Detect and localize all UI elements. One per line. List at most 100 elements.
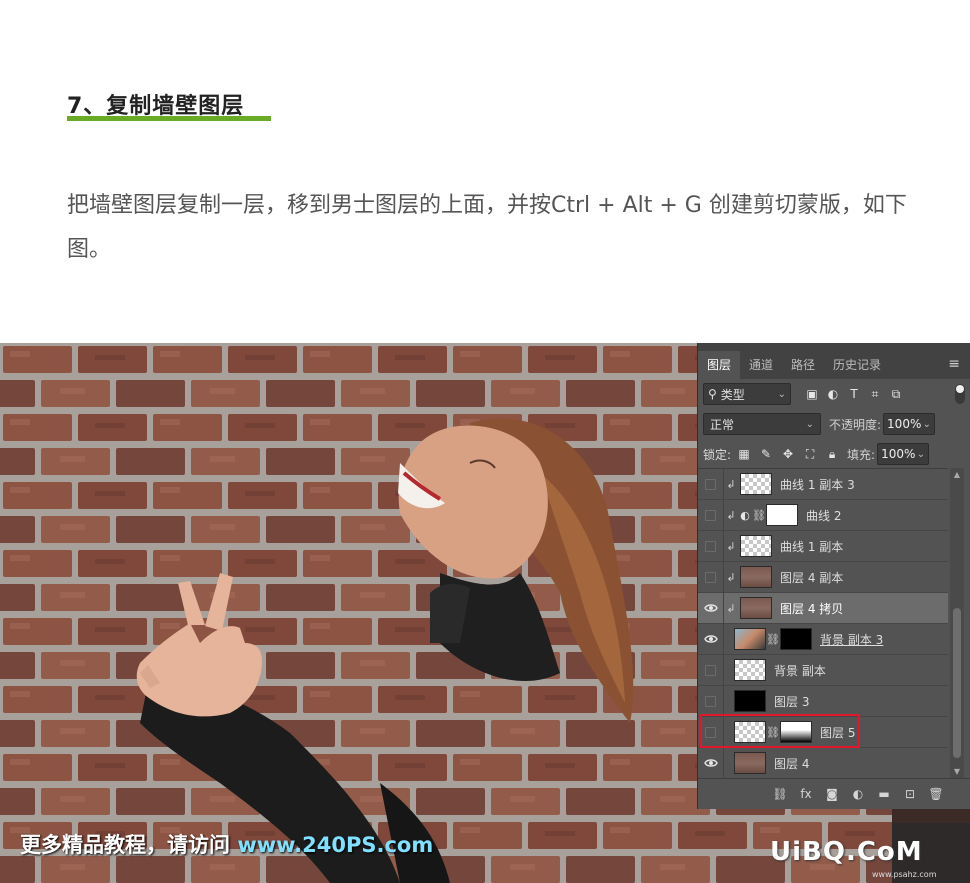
layer-row[interactable]: ↲ 曲线 1 副本 bbox=[698, 530, 948, 562]
step-title-underline bbox=[67, 116, 271, 121]
layer-mask-thumbnail[interactable] bbox=[780, 628, 812, 650]
layer-row[interactable]: 图层 3 bbox=[698, 685, 948, 717]
type-filter-icon[interactable]: T bbox=[847, 387, 861, 401]
layer-name: 图层 3 bbox=[774, 694, 810, 709]
lock-label: 锁定: bbox=[703, 447, 732, 462]
tab-layers[interactable]: 图层 bbox=[698, 351, 741, 379]
panel-tabs: 图层 通道 路径 历史记录 ≡ bbox=[698, 343, 970, 379]
pixel-filter-icon[interactable]: ▣ bbox=[805, 387, 819, 401]
search-icon: ⚲ bbox=[708, 387, 717, 401]
lock-brush-icon[interactable]: ✎ bbox=[759, 447, 773, 461]
clipping-mask-icon: ↲ bbox=[726, 539, 736, 553]
visibility-off-box[interactable] bbox=[698, 685, 724, 717]
filter-toggle[interactable] bbox=[955, 384, 965, 404]
visibility-off-box[interactable] bbox=[698, 499, 724, 531]
scroll-down-icon[interactable]: ▼ bbox=[952, 767, 962, 776]
lock-transparency-icon[interactable]: ▦ bbox=[737, 447, 751, 461]
filter-row: ⚲ 类型 ⌄ ▣ ◐ T ⌗ ⧉ bbox=[698, 379, 970, 409]
opacity-field[interactable]: 100% ⌄ bbox=[883, 413, 936, 435]
opacity-value: 100% bbox=[887, 417, 922, 431]
lock-icons: ▦ ✎ ✥ ⛶ 🔒︎ bbox=[737, 447, 839, 462]
layer-thumbnail[interactable] bbox=[740, 473, 772, 495]
panel-footer: ⛓ fx ◙ ◐ ▬ ⊡ 🗑︎ bbox=[698, 778, 970, 809]
lock-move-icon[interactable]: ✥ bbox=[781, 447, 795, 461]
lock-row: 锁定: ▦ ✎ ✥ ⛶ 🔒︎ 填充: 100% ⌄ bbox=[698, 439, 970, 469]
layer-thumbnail[interactable] bbox=[734, 690, 766, 712]
layer-thumbnail[interactable] bbox=[740, 566, 772, 588]
delete-layer-icon[interactable]: 🗑︎ bbox=[928, 787, 943, 801]
tutorial-screenshot: 更多精品教程，请访问 www.240PS.com UiBQ.CoM www.ps… bbox=[0, 343, 970, 883]
chevron-down-icon: ⌄ bbox=[922, 418, 932, 430]
add-mask-icon[interactable]: ◙ bbox=[825, 787, 839, 801]
layer-filter-select[interactable]: ⚲ 类型 ⌄ bbox=[703, 383, 791, 405]
layer-name: 曲线 1 副本 bbox=[780, 539, 844, 554]
layer-row[interactable]: 图层 4 bbox=[698, 747, 948, 778]
uibq-logo-subtext: www.psahz.com bbox=[872, 870, 937, 879]
layer-row[interactable]: ⛓ 背景 副本 3 bbox=[698, 623, 948, 655]
mask-link-icon[interactable]: ⛓ bbox=[752, 509, 766, 522]
layers-panel: 图层 通道 路径 历史记录 ≡ ⚲ 类型 ⌄ ▣ ◐ T ⌗ ⧉ 正常 ⌄ 不透… bbox=[697, 343, 970, 809]
fill-field[interactable]: 100% ⌄ bbox=[877, 443, 930, 465]
adjustment-icon: ◐ bbox=[740, 508, 750, 522]
layer-thumbnail[interactable] bbox=[740, 597, 772, 619]
adjustment-layer-icon[interactable]: ◐ bbox=[851, 787, 865, 801]
layer-row[interactable]: ↲ 图层 4 副本 bbox=[698, 561, 948, 593]
mask-link-icon[interactable]: ⛓ bbox=[766, 633, 780, 646]
visibility-off-box[interactable] bbox=[698, 561, 724, 593]
scroll-up-icon[interactable]: ▲ bbox=[952, 470, 962, 479]
fx-icon[interactable]: fx bbox=[799, 787, 813, 801]
filter-icons: ▣ ◐ T ⌗ ⧉ bbox=[805, 387, 903, 402]
layer-name: 图层 4 拷贝 bbox=[780, 601, 844, 616]
layer-row[interactable]: ↲ 曲线 1 副本 3 bbox=[698, 469, 948, 500]
fill-value: 100% bbox=[881, 447, 916, 461]
layer-row[interactable]: ↲ ◐ ⛓ 曲线 2 bbox=[698, 499, 948, 531]
scrollbar-thumb[interactable] bbox=[953, 608, 961, 758]
blend-row: 正常 ⌄ 不透明度: 100% ⌄ bbox=[698, 409, 970, 439]
blend-mode-select[interactable]: 正常 ⌄ bbox=[703, 413, 821, 435]
eye-icon[interactable] bbox=[698, 747, 724, 778]
lock-all-icon[interactable]: 🔒︎ bbox=[825, 447, 839, 461]
layer-name: 图层 4 副本 bbox=[780, 570, 844, 585]
link-layers-icon[interactable]: ⛓ bbox=[772, 787, 787, 801]
tab-history[interactable]: 历史记录 bbox=[824, 351, 890, 379]
clipping-mask-icon: ↲ bbox=[726, 570, 736, 584]
clipping-mask-icon: ↲ bbox=[726, 477, 736, 491]
eye-icon[interactable] bbox=[698, 592, 724, 624]
layer-list-scrollbar[interactable]: ▲ ▼ bbox=[950, 468, 964, 778]
watermark-url[interactable]: www.240PS.com bbox=[237, 833, 433, 857]
clipping-mask-icon: ↲ bbox=[726, 601, 736, 615]
layer-name: 曲线 1 副本 3 bbox=[780, 477, 855, 492]
new-layer-icon[interactable]: ⊡ bbox=[903, 787, 917, 801]
layer-name: 背景 副本 bbox=[774, 663, 826, 678]
watermark-text: 更多精品教程，请访问 bbox=[20, 833, 230, 857]
visibility-off-box[interactable] bbox=[698, 654, 724, 686]
adjustment-filter-icon[interactable]: ◐ bbox=[826, 387, 840, 401]
opacity-label: 不透明度: bbox=[829, 417, 882, 432]
tab-channels[interactable]: 通道 bbox=[740, 351, 782, 379]
chevron-down-icon: ⌄ bbox=[916, 448, 926, 460]
layer-list: ↲ 曲线 1 副本 3 ↲ ◐ ⛓ 曲线 2 ↲ 曲线 1 副本 ↲ 图层 4 副本 ↲ 图层 4 拷… bbox=[698, 468, 948, 778]
layer-row[interactable]: 背景 副本 bbox=[698, 654, 948, 686]
layer-thumbnail[interactable] bbox=[734, 628, 766, 650]
chevron-down-icon: ⌄ bbox=[777, 388, 786, 400]
layer-name: 背景 副本 3 bbox=[820, 632, 884, 647]
shape-filter-icon[interactable]: ⌗ bbox=[868, 387, 882, 401]
tab-paths[interactable]: 路径 bbox=[782, 351, 824, 379]
layer-thumbnail[interactable] bbox=[734, 752, 766, 774]
layer-thumbnail[interactable] bbox=[740, 535, 772, 557]
eye-icon[interactable] bbox=[698, 623, 724, 655]
blend-mode-value: 正常 bbox=[710, 417, 735, 432]
visibility-off-box[interactable] bbox=[698, 469, 724, 500]
lock-artboard-icon[interactable]: ⛶ bbox=[803, 447, 817, 461]
layer-name: 曲线 2 bbox=[806, 508, 842, 523]
layer-thumbnail[interactable] bbox=[734, 659, 766, 681]
layer-mask-thumbnail[interactable] bbox=[766, 504, 798, 526]
panel-menu-icon[interactable]: ≡ bbox=[948, 356, 960, 372]
filter-kind-label: 类型 bbox=[720, 387, 745, 402]
smart-object-filter-icon[interactable]: ⧉ bbox=[889, 387, 903, 401]
layer-name: 图层 4 bbox=[774, 756, 810, 771]
layer-row[interactable]: ↲ 图层 4 拷贝 bbox=[698, 592, 948, 624]
new-group-icon[interactable]: ▬ bbox=[877, 787, 891, 801]
site-watermark: 更多精品教程，请访问 www.240PS.com bbox=[20, 829, 433, 859]
visibility-off-box[interactable] bbox=[698, 530, 724, 562]
